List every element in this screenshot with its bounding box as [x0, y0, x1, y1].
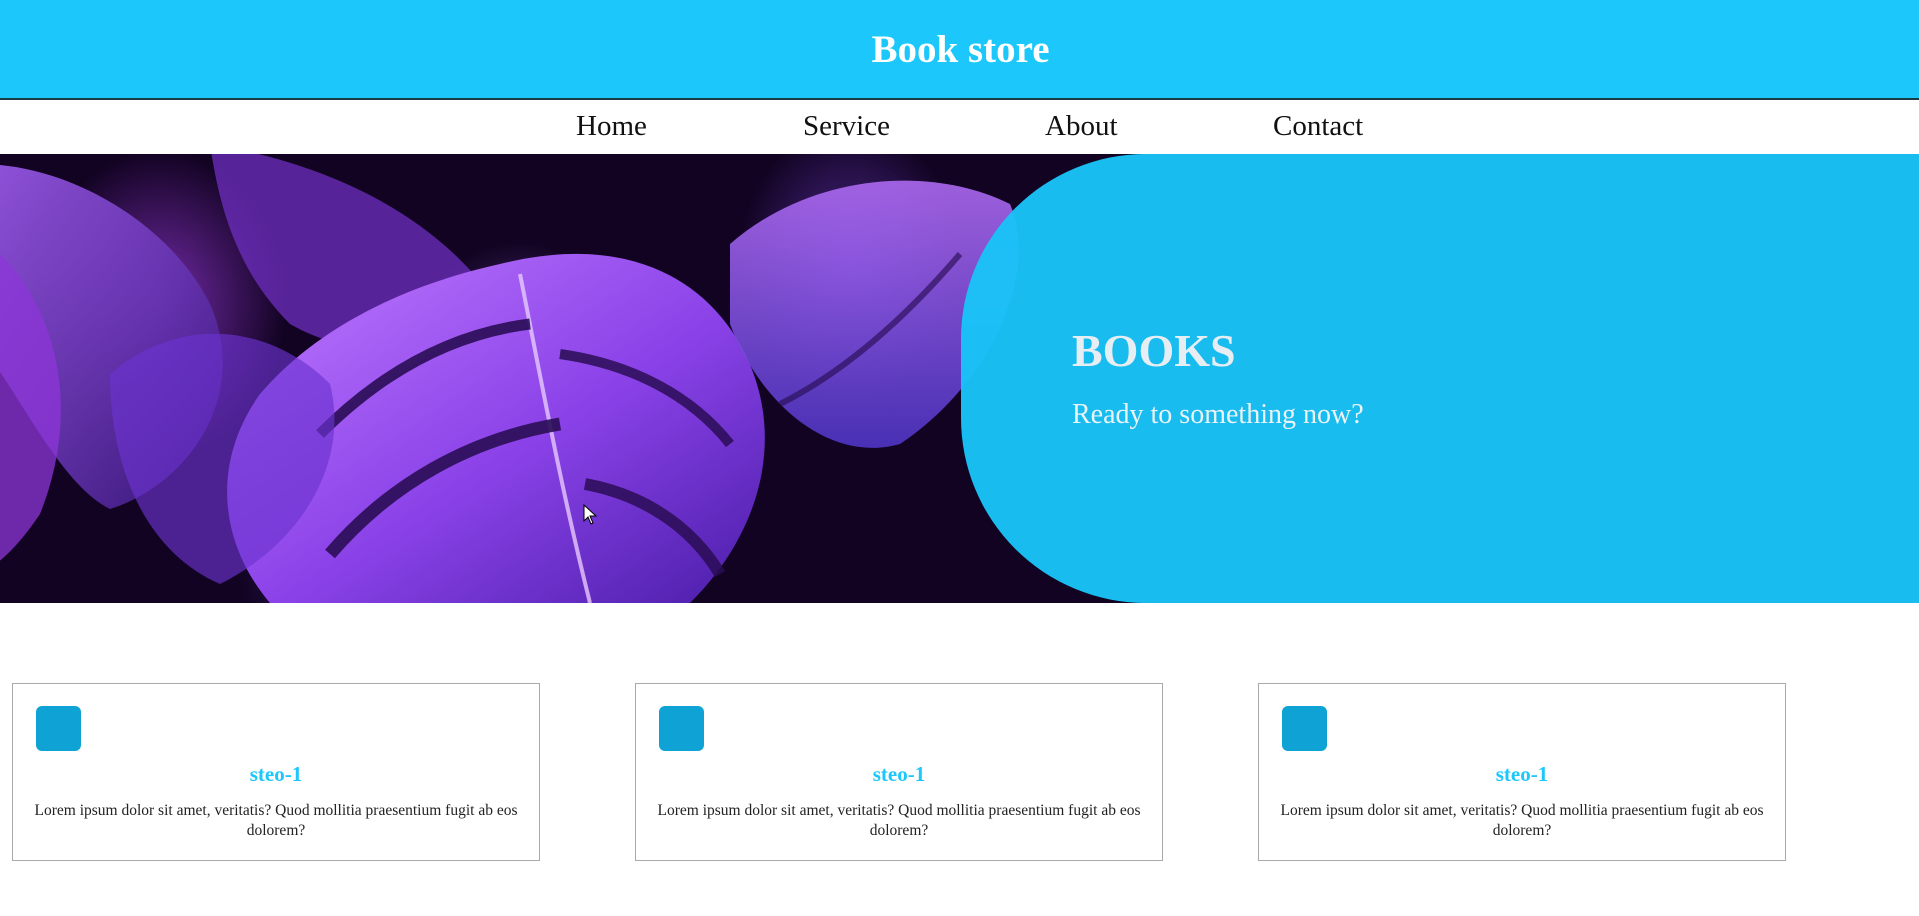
card-square-icon — [1282, 706, 1327, 751]
hero-text-panel — [961, 154, 1919, 603]
feature-card: steo-1 Lorem ipsum dolor sit amet, verit… — [635, 683, 1163, 861]
nav-link-contact[interactable]: Contact — [1273, 110, 1363, 143]
mouse-cursor-icon — [583, 504, 598, 525]
card-text: Lorem ipsum dolor sit amet, veritatis? Q… — [34, 802, 518, 839]
hero-subtext: Ready to something now? — [1072, 399, 1364, 430]
card-title: steo-1 — [872, 762, 926, 786]
hero-banner: BOOKS Ready to something now? — [0, 154, 1919, 603]
card-title: steo-1 — [1495, 762, 1549, 786]
card-title: steo-1 — [249, 762, 303, 786]
nav-link-about[interactable]: About — [1045, 110, 1118, 143]
feature-card: steo-1 Lorem ipsum dolor sit amet, verit… — [12, 683, 540, 861]
nav-link-home[interactable]: Home — [576, 110, 647, 143]
card-text: Lorem ipsum dolor sit amet, veritatis? Q… — [657, 802, 1141, 839]
main-navigation: Home Service About Contact — [0, 100, 1919, 154]
nav-link-service[interactable]: Service — [803, 110, 890, 143]
site-header: Book store — [0, 0, 1919, 100]
card-square-icon — [659, 706, 704, 751]
hero-heading: BOOKS — [1072, 325, 1236, 376]
card-text: Lorem ipsum dolor sit amet, veritatis? Q… — [1280, 802, 1764, 839]
card-square-icon — [36, 706, 81, 751]
site-title: Book store — [871, 27, 1050, 71]
feature-card: steo-1 Lorem ipsum dolor sit amet, verit… — [1258, 683, 1786, 861]
